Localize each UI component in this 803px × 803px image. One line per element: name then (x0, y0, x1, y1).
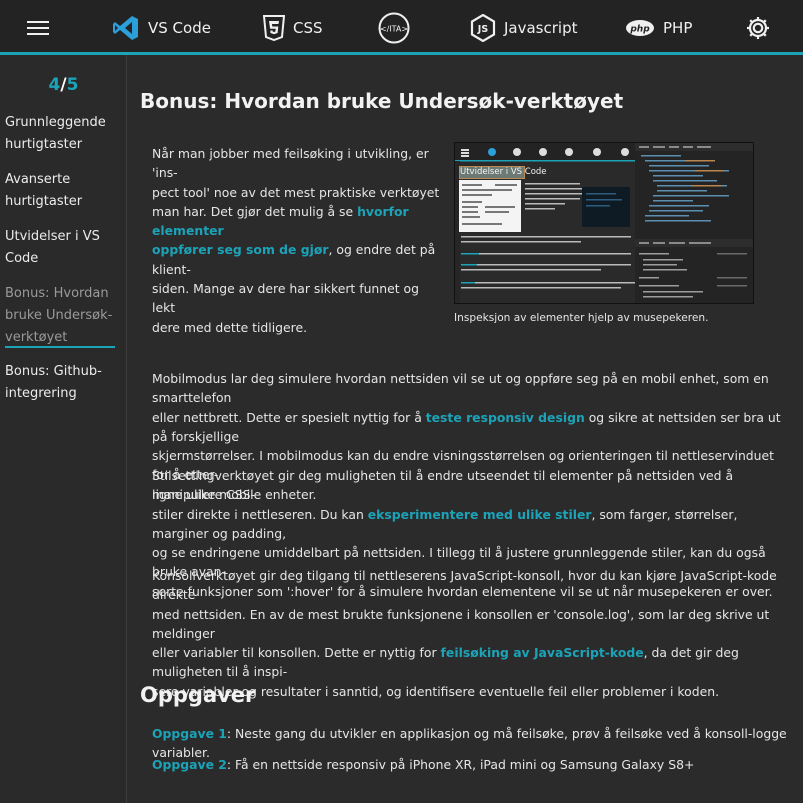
task-item: Oppgave 2: Få en nettside responsiv på i… (152, 755, 792, 774)
active-item-underline (5, 346, 115, 348)
top-navbar: VS Code CSS </ITA> JS Javascript php PHP (0, 0, 803, 55)
text-line: siden. Mange av dere har sikkert funnet … (152, 281, 420, 316)
progress-total: 5 (66, 75, 79, 95)
screenshot-title: Utvidelser i VS Code (460, 167, 547, 177)
sidebar-item-avanserte[interactable]: Avanserte hurtigtaster (5, 169, 117, 213)
main-content: Bonus: Hvordan bruke Undersøk-verktøyet … (127, 55, 803, 803)
sidebar-item-label: hurtigtaster (5, 137, 83, 152)
text-line: Konsollverktøyet gir deg tilgang til net… (152, 568, 777, 603)
tasks-heading: Oppgaver (140, 683, 256, 707)
nav-vscode-label: VS Code (148, 18, 211, 37)
svg-text:</ITA>: </ITA> (380, 24, 408, 33)
text-line: pect tool' noe av det mest praktiske ver… (152, 184, 440, 200)
css3-icon (263, 14, 285, 41)
text-line: oppfører seg som de gjør, og endre det p… (152, 240, 442, 279)
ita-logo-icon: </ITA> (378, 12, 410, 44)
vscode-icon (112, 14, 140, 42)
nav-javascript[interactable]: JS Javascript (470, 0, 577, 55)
nav-php[interactable]: php PHP (625, 0, 692, 55)
nav-css[interactable]: CSS (263, 0, 323, 55)
hamburger-menu-icon[interactable] (26, 0, 50, 55)
text-line: man har. Det gjør det mulig å se hvorfor… (152, 202, 442, 241)
text-line: med nettsiden. En av de mest brukte funk… (152, 606, 770, 641)
console-paragraph: Konsollverktøyet gir deg tilgang til net… (152, 566, 792, 701)
sidebar-item-bonus-github[interactable]: Bonus: Github- integrering (5, 361, 117, 405)
task-1-link[interactable]: Oppgave 1 (152, 726, 227, 741)
text-line: stiler direkte i nettleseren. Du kan eks… (152, 505, 792, 544)
link-feilsoking-javascript[interactable]: feilsøking av JavaScript-kode (441, 645, 644, 660)
sidebar-item-label: Avanserte (5, 172, 71, 187)
text-fragment: man har. Det gjør det mulig å se (152, 203, 354, 219)
text-line: dere med dette tidligere. (152, 319, 308, 335)
php-icon: php (625, 19, 655, 37)
svg-text:JS: JS (477, 24, 489, 35)
sidebar-item-label: Utvidelser i VS (5, 229, 100, 244)
text-line: eller variabler til konsollen. Dette er … (152, 643, 792, 682)
progress-current: 4 (48, 75, 61, 95)
sidebar-item-label: Grunnleggende (5, 115, 106, 130)
nav-ita[interactable]: </ITA> (378, 0, 418, 55)
svg-text:php: php (629, 24, 650, 34)
text-fragment: stiler direkte i nettleseren. Du kan (152, 506, 368, 522)
lesson-progress: 4/5 (0, 75, 127, 95)
sidebar-item-utvidelser[interactable]: Utvidelser i VS Code (5, 226, 117, 270)
sidebar-item-label: Bonus: Github- (5, 364, 102, 379)
text-fragment: eller variabler til konsollen. Dette er … (152, 645, 441, 661)
intro-paragraph: Når man jobber med feilsøking i utviklin… (152, 144, 442, 337)
text-line: Når man jobber med feilsøking i utviklin… (152, 146, 429, 181)
settings-button[interactable] (745, 0, 779, 55)
nav-javascript-label: Javascript (504, 18, 578, 37)
sidebar-item-label: Code (5, 251, 39, 266)
link-eksperimentere-med-stiler[interactable]: eksperimentere med ulike stiler (368, 507, 592, 522)
sidebar-item-label: integrering (5, 386, 77, 401)
image-caption: Inspeksjon av elementer hjelp av musepek… (454, 312, 709, 324)
nav-php-label: PHP (663, 18, 693, 37)
sidebar-item-grunnleggende[interactable]: Grunnleggende hurtigtaster (5, 112, 117, 156)
page-title: Bonus: Hvordan bruke Undersøk-verktøyet (140, 89, 624, 113)
sidebar-item-label: Bonus: Hvordan (5, 286, 109, 301)
task-2-link[interactable]: Oppgave 2 (152, 757, 227, 772)
sidebar: 4/5 Grunnleggende hurtigtaster Avanserte… (0, 55, 127, 803)
nav-vscode[interactable]: VS Code (112, 0, 211, 55)
js-icon: JS (470, 13, 496, 42)
task-text: : Få en nettside responsiv på iPhone XR,… (226, 757, 695, 772)
text-fragment: eller nettbrett. Dette er spesielt nytti… (152, 409, 426, 425)
inspect-tool-screenshot: Utvidelser i VS Code (454, 142, 754, 304)
gear-icon (745, 15, 771, 41)
sidebar-item-label: bruke Undersøk- (5, 308, 113, 323)
sidebar-item-bonus-undersok[interactable]: Bonus: Hvordan bruke Undersøk- verktøyet (5, 283, 117, 349)
link-teste-responsiv-design[interactable]: teste responsiv design (426, 410, 585, 425)
text-line: eller nettbrett. Dette er spesielt nytti… (152, 408, 792, 447)
nav-css-label: CSS (293, 18, 323, 37)
link-oppforer-seg[interactable]: oppfører seg som de gjør (152, 242, 329, 257)
text-line: Stilsettingverktøyet gir deg muligheten … (152, 468, 734, 503)
sidebar-item-label: hurtigtaster (5, 194, 83, 209)
text-line: Mobilmodus lar deg simulere hvordan nett… (152, 371, 769, 406)
